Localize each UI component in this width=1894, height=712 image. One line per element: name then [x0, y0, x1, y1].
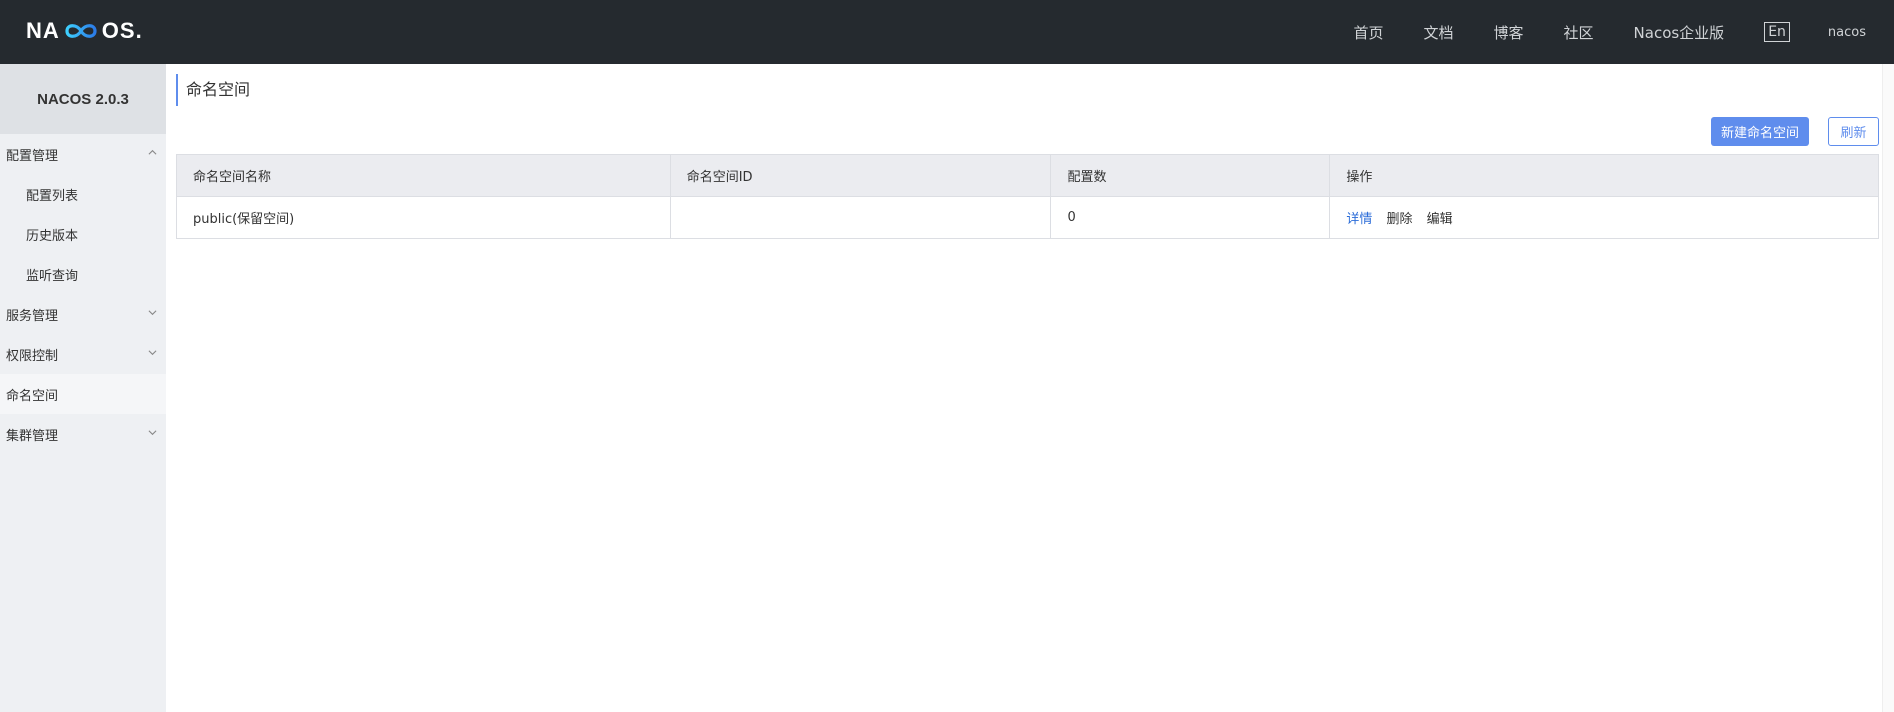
top-nav: 首页 文档 博客 社区 Nacos企业版 En nacos: [1353, 0, 1894, 64]
sidebar-item-listener-query[interactable]: 监听查询: [0, 254, 166, 294]
sidebar-item-label: 历史版本: [26, 228, 79, 244]
vertical-scrollbar[interactable]: [1882, 64, 1894, 712]
column-header-config-count: 配置数: [1050, 154, 1331, 197]
cell-namespace-name: public(保留空间): [176, 196, 671, 239]
user-name[interactable]: nacos: [1828, 25, 1866, 40]
namespace-table: 命名空间名称 命名空间ID 配置数 操作 public(保留空间) 0 详情 删…: [176, 154, 1879, 239]
logo-text-right: OS: [101, 18, 136, 43]
nav-docs-link[interactable]: 文档: [1423, 22, 1453, 43]
delete-link[interactable]: 删除: [1386, 212, 1412, 227]
sidebar: NACOS 2.0.3 配置管理 配置列表 历史版本 监听查询 服务管理 权限控…: [0, 64, 166, 712]
top-header: NA OS . 首页 文档 博客 社区 Nacos企业版 En nacos: [0, 0, 1894, 64]
cell-actions: 详情 删除 编辑: [1329, 196, 1879, 239]
sidebar-item-history[interactable]: 历史版本: [0, 214, 166, 254]
nav-community-link[interactable]: 社区: [1564, 22, 1594, 43]
edit-link[interactable]: 编辑: [1427, 212, 1453, 227]
nav-blog-link[interactable]: 博客: [1494, 22, 1524, 43]
sidebar-item-service-management[interactable]: 服务管理: [0, 294, 166, 334]
sidebar-item-config-list[interactable]: 配置列表: [0, 174, 166, 214]
sidebar-item-config-management[interactable]: 配置管理: [0, 134, 166, 174]
sidebar-item-label: 监听查询: [26, 268, 79, 284]
refresh-button[interactable]: 刷新: [1828, 117, 1879, 146]
version-title: NACOS 2.0.3: [0, 64, 166, 134]
logo-text-left: NA: [26, 18, 60, 43]
sidebar-item-permission-control[interactable]: 权限控制: [0, 334, 166, 374]
sidebar-item-label: 命名空间: [6, 388, 59, 404]
table-header-row: 命名空间名称 命名空间ID 配置数 操作: [176, 154, 1879, 197]
column-header-actions: 操作: [1329, 154, 1879, 197]
nav-enterprise-link[interactable]: Nacos企业版: [1634, 22, 1725, 43]
nacos-logo[interactable]: NA OS .: [26, 18, 143, 44]
table-row: public(保留空间) 0 详情 删除 编辑: [176, 196, 1879, 239]
column-header-name: 命名空间名称: [176, 154, 671, 197]
column-header-id: 命名空间ID: [669, 154, 1052, 197]
chevron-up-icon: [148, 148, 157, 156]
cell-config-count: 0: [1050, 196, 1331, 239]
sidebar-item-label: 配置列表: [26, 188, 79, 204]
chevron-down-icon: [148, 348, 157, 356]
chevron-down-icon: [148, 308, 157, 316]
logo-infinity-icon: [61, 21, 101, 41]
main-content: 命名空间 新建命名空间 刷新 命名空间名称 命名空间ID 配置数 操作 publ…: [166, 64, 1894, 712]
sidebar-item-cluster-management[interactable]: 集群管理: [0, 414, 166, 454]
page-title: 命名空间: [176, 74, 250, 106]
sidebar-item-label: 配置管理: [6, 148, 59, 164]
cell-namespace-id: [669, 196, 1052, 239]
create-namespace-button[interactable]: 新建命名空间: [1711, 117, 1809, 146]
sidebar-item-namespace[interactable]: 命名空间: [0, 374, 166, 414]
logo-dot: .: [135, 18, 143, 43]
sidebar-item-label: 服务管理: [6, 308, 59, 324]
nav-home-link[interactable]: 首页: [1353, 22, 1383, 43]
language-toggle-button[interactable]: En: [1764, 22, 1790, 42]
chevron-down-icon: [148, 428, 157, 436]
sidebar-item-label: 集群管理: [6, 428, 59, 444]
sidebar-item-label: 权限控制: [6, 348, 59, 364]
details-link[interactable]: 详情: [1346, 212, 1372, 227]
